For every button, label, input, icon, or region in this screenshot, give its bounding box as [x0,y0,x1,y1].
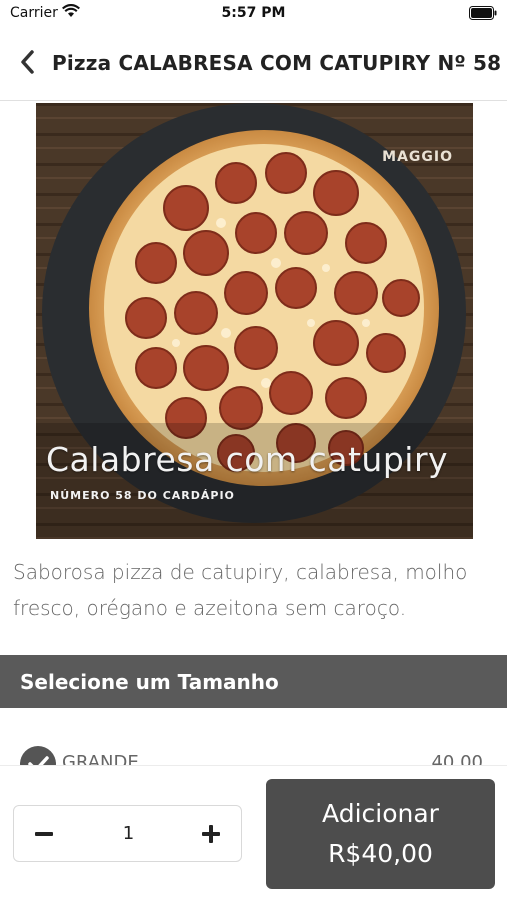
navigation-bar: Pizza CALABRESA COM CATUPIRY Nº 58 [0,36,507,92]
bottom-action-bar: 1 Adicionar R$40,00 [0,765,507,900]
add-button-label: Adicionar [322,799,439,828]
brand-logo: MAGGIO [382,149,453,165]
chevron-left-icon [21,50,34,74]
quantity-value: 1 [122,823,135,844]
size-option-grande[interactable]: GRANDE 40,00 [0,740,507,768]
decrease-quantity-button[interactable] [24,814,64,854]
add-to-cart-button[interactable]: Adicionar R$40,00 [266,779,495,889]
status-time: 5:57 PM [221,5,286,21]
nav-divider [0,100,507,101]
add-button-price: R$40,00 [328,839,433,868]
minus-icon [35,832,53,836]
page-title: Pizza CALABRESA COM CATUPIRY Nº 58 [52,51,502,75]
product-image: MAGGIO Calabresa com catupiry NÚMERO 58 … [36,103,473,539]
quantity-stepper: 1 [13,805,242,862]
increase-quantity-button[interactable] [191,814,231,854]
back-button[interactable] [14,48,44,78]
product-description: Saborosa pizza de catupiry, calabresa, m… [13,560,468,620]
status-bar: Carrier 5:57 PM [0,0,507,30]
image-subcaption: NÚMERO 58 DO CARDÁPIO [50,489,235,502]
battery-icon [469,6,497,20]
size-section-header: Selecione um Tamanho [0,655,507,708]
image-caption: Calabresa com catupiry [46,440,449,479]
size-section-title: Selecione um Tamanho [20,670,279,694]
plus-icon [202,825,220,843]
